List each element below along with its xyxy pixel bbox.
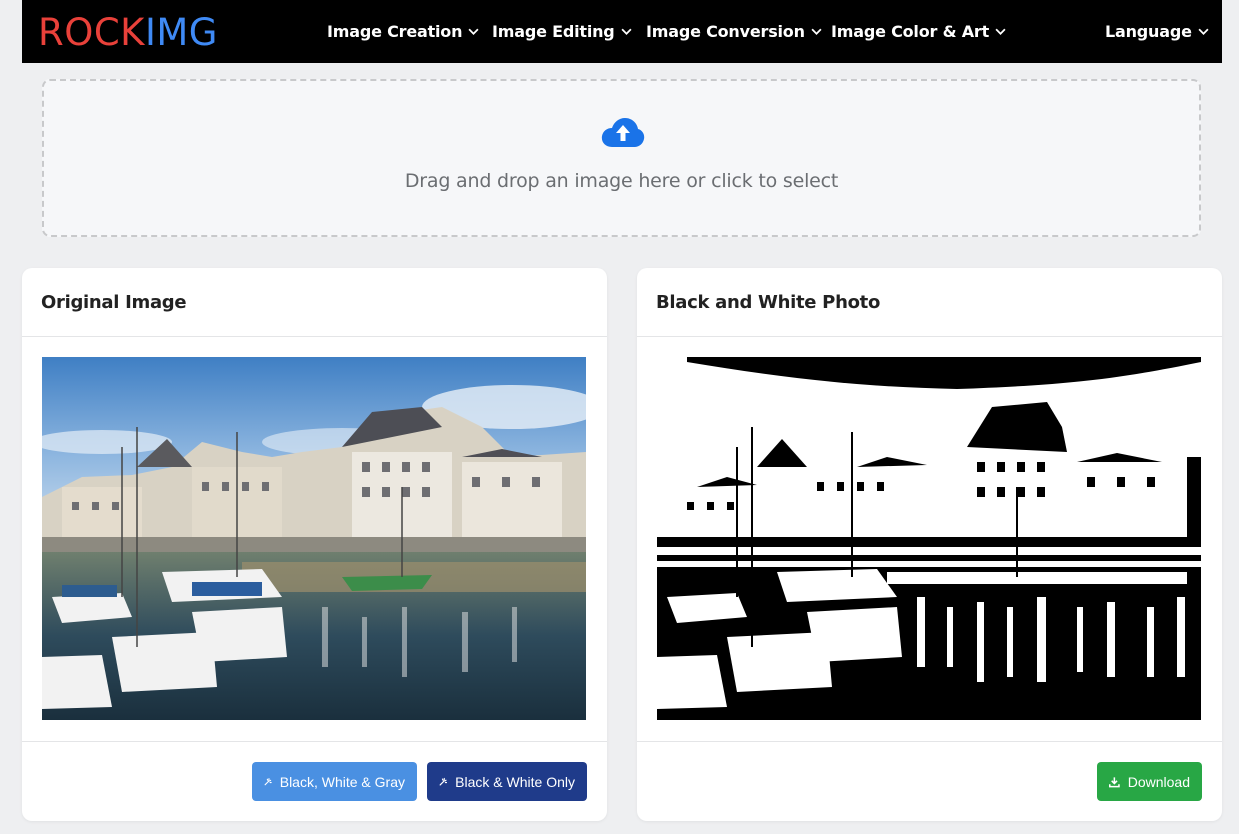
chevron-down-icon — [621, 28, 632, 35]
original-photo-illustration — [42, 357, 586, 720]
black-white-gray-button[interactable]: Black, White & Gray — [252, 762, 417, 801]
black-white-only-button[interactable]: Black & White Only — [427, 762, 587, 801]
button-label: Black & White Only — [455, 773, 575, 790]
logo-part-rock: ROCK — [38, 11, 145, 54]
card-title: Black and White Photo — [637, 268, 1222, 337]
top-navbar: ROCKIMG Image Creation Image Editing Ima… — [22, 0, 1222, 63]
cloud-upload-icon — [601, 118, 645, 147]
black-white-image — [657, 357, 1201, 720]
nav-image-creation[interactable]: Image Creation — [327, 22, 479, 41]
original-image — [42, 357, 586, 720]
button-label: Black, White & Gray — [279, 773, 405, 790]
nav-image-color-art[interactable]: Image Color & Art — [831, 22, 1006, 41]
nav-label: Language — [1105, 22, 1192, 41]
magic-wand-icon — [439, 777, 448, 786]
bw-photo-illustration — [657, 357, 1201, 720]
dropzone-instructions: Drag and drop an image here or click to … — [404, 170, 839, 192]
download-icon — [1109, 776, 1120, 787]
nav-label: Image Editing — [492, 22, 615, 41]
nav-image-conversion[interactable]: Image Conversion — [646, 22, 822, 41]
card-title: Original Image — [22, 268, 607, 337]
card-footer-divider — [22, 741, 607, 742]
magic-wand-icon — [264, 777, 272, 785]
chevron-down-icon — [811, 28, 822, 35]
chevron-down-icon — [995, 28, 1006, 35]
original-image-card: Original Image Black, White & Gray Black… — [22, 268, 607, 821]
nav-label: Image Conversion — [646, 22, 805, 41]
image-dropzone[interactable]: Drag and drop an image here or click to … — [42, 79, 1201, 237]
download-button[interactable]: Download — [1097, 762, 1202, 801]
result-image-card: Black and White Photo Download — [637, 268, 1222, 821]
chevron-down-icon — [468, 28, 479, 35]
nav-language[interactable]: Language — [1105, 22, 1209, 41]
nav-label: Image Color & Art — [831, 22, 990, 41]
card-footer-divider — [637, 741, 1222, 742]
site-logo[interactable]: ROCKIMG — [38, 11, 218, 54]
nav-label: Image Creation — [327, 22, 463, 41]
nav-image-editing[interactable]: Image Editing — [492, 22, 632, 41]
button-label: Download — [1127, 773, 1190, 790]
logo-part-img: IMG — [144, 11, 218, 54]
chevron-down-icon — [1198, 28, 1209, 35]
